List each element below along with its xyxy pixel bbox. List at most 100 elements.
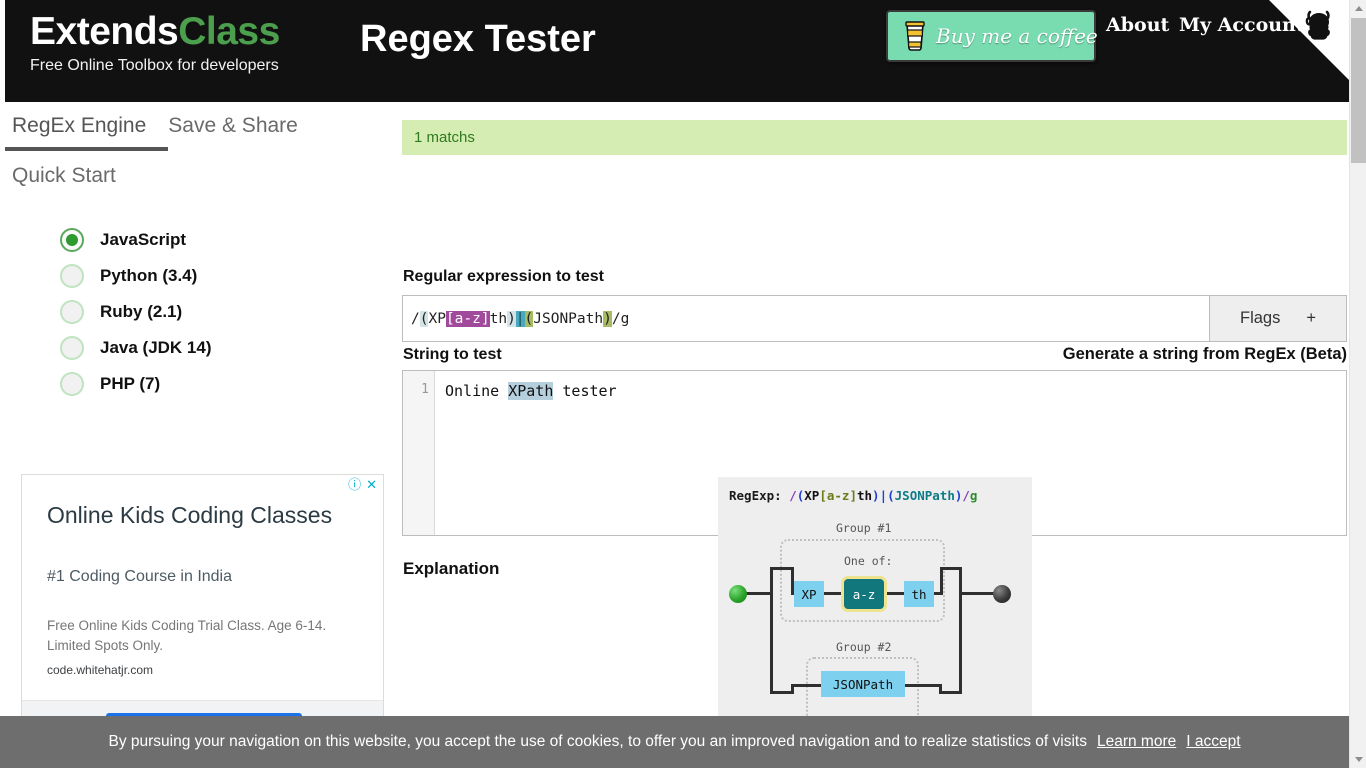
flags-button-label: Flags <box>1240 309 1281 327</box>
regex-input[interactable]: /(XP [a-z] th) |(JSONPath)/g <box>402 295 1210 342</box>
diagram-token-4: th <box>856 488 873 503</box>
regex-token-1: ( <box>419 310 429 327</box>
regex-token-9: ) <box>603 310 612 327</box>
test-string-match: XPath <box>508 382 554 400</box>
diagram-token-6: | <box>879 488 888 503</box>
github-octocat-icon <box>1302 10 1336 44</box>
diagram-wire-start <box>746 592 772 595</box>
diagram-node-char-class: a-z <box>841 576 887 612</box>
diagram-regexp-line: RegExp: /(XP[a-z]th)|(JSONPath)/g <box>729 488 977 503</box>
regex-field-label: Regular expression to test <box>403 268 604 285</box>
diagram-wire-join <box>959 567 962 694</box>
diagram-token-10: / <box>962 488 970 503</box>
radio-icon-python[interactable] <box>60 264 84 288</box>
diagram-wire-end <box>959 592 995 595</box>
ad-title: Online Kids Coding Classes <box>47 502 333 528</box>
cookie-accept-link[interactable]: I accept <box>1186 733 1240 750</box>
regex-token-0: / <box>411 310 420 327</box>
engine-option-php[interactable]: PHP (7) <box>60 366 212 402</box>
brand-title-first: Extends <box>30 10 179 53</box>
line-number-gutter: 1 <box>403 371 435 535</box>
radio-icon-javascript[interactable] <box>60 228 84 252</box>
radio-icon-ruby[interactable] <box>60 300 84 324</box>
brand-logo[interactable]: ExtendsClass Free Online Toolbox for dev… <box>30 12 280 74</box>
engine-option-javascript[interactable]: JavaScript <box>60 222 212 258</box>
engine-label-java: Java (JDK 14) <box>100 338 212 357</box>
page-root: ExtendsClass Free Online Toolbox for dev… <box>0 0 1366 768</box>
diagram-token-11: g <box>969 488 978 503</box>
coffee-button-label: Buy me a coffee <box>936 24 1098 48</box>
diagram-wire-az-th <box>886 592 905 595</box>
ad-info-icon[interactable]: ⓘ <box>348 478 361 491</box>
radio-icon-php[interactable] <box>60 372 84 396</box>
diagram-wire-branch2-in <box>791 684 823 687</box>
nav-link-about[interactable]: About <box>1106 14 1169 36</box>
diagram-wire-branch2-down <box>791 684 794 693</box>
flags-button[interactable]: Flags + <box>1210 295 1347 342</box>
diagram-node-th: th <box>904 581 934 607</box>
tab-save-and-share[interactable]: Save & Share <box>166 110 300 145</box>
line-number: 1 <box>421 382 429 397</box>
regex-input-row: /(XP [a-z] th) |(JSONPath)/g Flags + <box>402 295 1347 342</box>
diagram-regexp-prefix: RegExp: <box>729 488 790 503</box>
cookie-consent-banner: By pursuing your navigation on this webs… <box>0 716 1349 768</box>
diagram-token-2: XP <box>804 488 820 503</box>
page-scrollbar[interactable] <box>1349 0 1366 768</box>
diagram-node-xp: XP <box>794 581 824 607</box>
explanation-label: Explanation <box>403 559 500 578</box>
main-content: 1 matchs Regular expression to test /(XP… <box>402 102 1349 768</box>
regex-token-2: XP <box>428 310 446 327</box>
quick-start-heading: Quick Start <box>12 164 116 187</box>
diagram-group2-label: Group #2 <box>836 640 892 654</box>
regex-token-6: | <box>515 310 525 327</box>
engine-label-php: PHP (7) <box>100 374 161 393</box>
engine-radio-group: JavaScript Python (3.4) Ruby (2.1) Java … <box>60 222 212 402</box>
engine-label-javascript: JavaScript <box>100 230 186 249</box>
scrollbar-thumb[interactable] <box>1351 18 1366 163</box>
site-header: ExtendsClass Free Online Toolbox for dev… <box>5 0 1349 102</box>
github-corner-link[interactable] <box>1269 0 1349 80</box>
diagram-end-node <box>993 585 1011 603</box>
diagram-wire-branch1-up <box>940 567 943 593</box>
engine-option-python[interactable]: Python (3.4) <box>60 258 212 294</box>
diagram-node-jsonpath: JSONPath <box>821 671 905 697</box>
diagram-token-8: JSONPath <box>894 488 955 503</box>
ad-close-icon[interactable]: ✕ <box>366 478 377 491</box>
engine-option-ruby[interactable]: Ruby (2.1) <box>60 294 212 330</box>
engine-label-python: Python (3.4) <box>100 266 198 285</box>
scroll-up-arrow-icon[interactable] <box>1350 0 1366 17</box>
diagram-start-node <box>729 585 747 603</box>
brand-title: ExtendsClass <box>30 12 280 51</box>
cookie-learn-more-link[interactable]: Learn more <box>1097 733 1176 750</box>
test-string-before: Online <box>445 382 509 400</box>
diagram-token-3: [a-z] <box>819 488 857 503</box>
diagram-token-5: ) <box>872 488 880 503</box>
radio-icon-java[interactable] <box>60 336 84 360</box>
test-string-after: tester <box>553 382 617 400</box>
brand-tagline: Free Online Toolbox for developers <box>30 57 279 74</box>
ad-subtitle: #1 Coding Course in India <box>47 568 233 585</box>
regex-token-4: th <box>489 310 508 327</box>
regex-token-3: [a-z] <box>445 310 490 327</box>
ad-controls: ⓘ ✕ <box>348 478 377 491</box>
scroll-down-arrow-icon[interactable] <box>1350 751 1366 768</box>
sidebar-tabs: RegEx Engine Save & Share <box>10 110 390 145</box>
diagram-wire-xp-az <box>824 592 842 595</box>
tab-regex-engine[interactable]: RegEx Engine <box>10 110 148 145</box>
buy-me-a-coffee-button[interactable]: Buy me a coffee <box>886 10 1098 62</box>
diagram-token-0: / <box>789 488 797 503</box>
regex-token-10: /g <box>611 310 630 327</box>
ad-body-text: Free Online Kids Coding Trial Class. Age… <box>47 618 327 653</box>
match-status-text: 1 matchs <box>414 129 475 146</box>
string-field-label: String to test <box>403 346 502 363</box>
diagram-group1-label: Group #1 <box>836 521 892 535</box>
match-status-banner: 1 matchs <box>402 120 1347 155</box>
regex-token-8: JSONPath <box>533 310 604 327</box>
page-title: Regex Tester <box>360 18 596 60</box>
coffee-cup-icon <box>904 21 926 51</box>
engine-label-ruby: Ruby (2.1) <box>100 302 183 321</box>
cookie-banner-text: By pursuing your navigation on this webs… <box>108 733 1087 751</box>
regex-token-7: ( <box>524 310 534 327</box>
generate-string-link[interactable]: Generate a string from RegEx (Beta) <box>1063 345 1347 364</box>
engine-option-java[interactable]: Java (JDK 14) <box>60 330 212 366</box>
